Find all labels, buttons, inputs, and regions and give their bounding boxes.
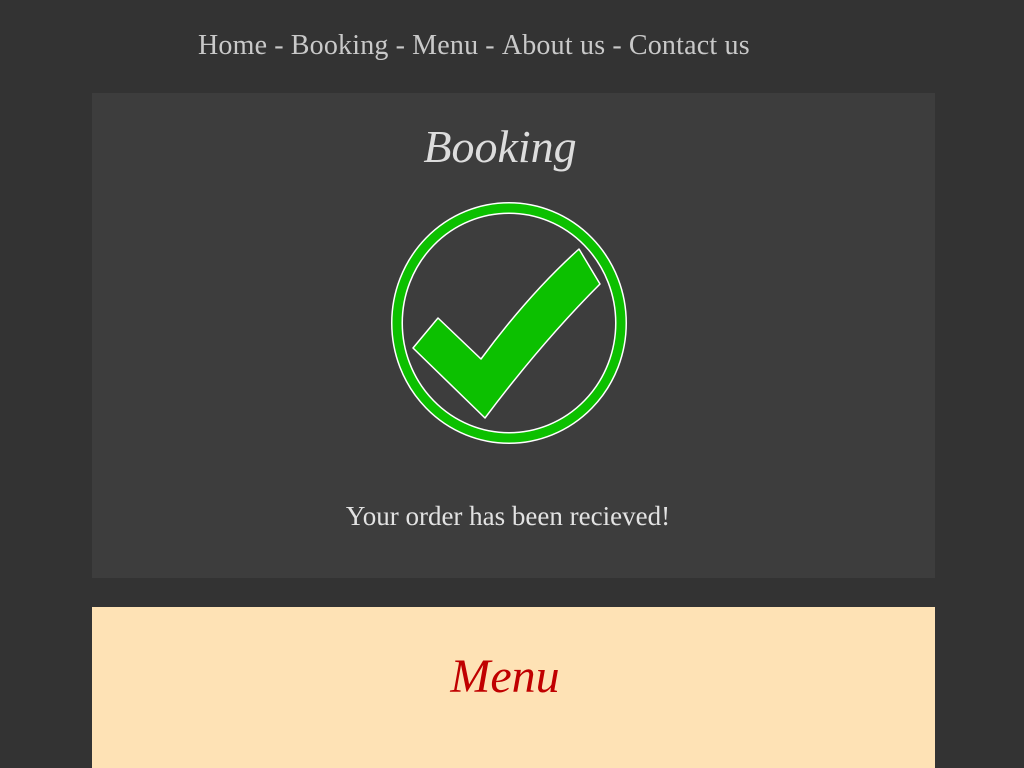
nav-link-contact-us[interactable]: Contact us	[629, 30, 750, 61]
order-confirmation-message: Your order has been recieved!	[345, 501, 671, 531]
nav-link-home[interactable]: Home	[198, 30, 267, 61]
nav-separator: -	[485, 30, 495, 61]
main-nav: Home - Booking - Menu - About us - Contact us	[198, 30, 750, 62]
nav-separator: -	[395, 30, 406, 61]
nav-link-booking[interactable]: Booking	[291, 30, 389, 61]
nav-separator: -	[274, 30, 284, 61]
nav-separator: -	[612, 30, 622, 61]
menu-title: Menu	[450, 650, 560, 703]
booking-title: Booking	[423, 121, 577, 172]
nav-link-about-us[interactable]: About us	[502, 30, 606, 61]
nav-link-menu[interactable]: Menu	[412, 30, 478, 61]
checkmark-circle-icon	[389, 202, 629, 446]
